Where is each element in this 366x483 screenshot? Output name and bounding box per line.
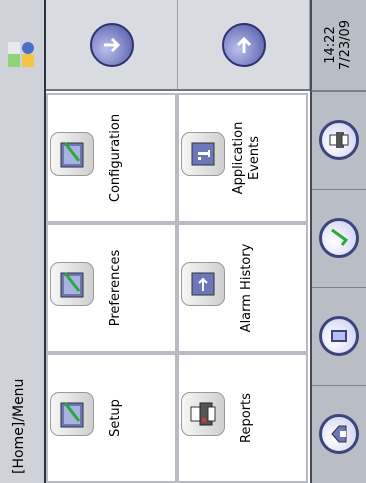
- configuration-icon: [50, 132, 94, 176]
- menu-item-label: Reports: [239, 393, 254, 443]
- menu-item-application-events[interactable]: Application Events: [177, 93, 308, 223]
- reports-icon: [181, 392, 225, 436]
- clock-date: 7/23/09: [338, 19, 353, 71]
- printer-icon: [319, 120, 359, 161]
- bottom-nav: [310, 91, 366, 483]
- menu-item-alarm-history[interactable]: Alarm History: [177, 223, 308, 353]
- menu-item-setup[interactable]: Setup: [46, 353, 177, 483]
- menu-item-preferences[interactable]: Preferences: [46, 223, 177, 353]
- arrow-down-icon: [90, 23, 134, 67]
- menu-item-label: Setup: [108, 399, 123, 437]
- menu-item-label: Alarm History: [239, 243, 254, 333]
- screen: [Home]/Menu Setup Preferences Configurat…: [0, 0, 366, 483]
- menu-item-reports[interactable]: Reports: [177, 353, 308, 483]
- menu-item-configuration[interactable]: Configuration: [46, 93, 177, 223]
- keypad-button[interactable]: [312, 287, 366, 385]
- menu-grid: Setup Preferences Configuration Reports: [46, 91, 310, 483]
- home-icon: [319, 414, 359, 455]
- check-button[interactable]: [312, 189, 366, 287]
- alarm-history-icon: [181, 262, 225, 306]
- setup-icon: [50, 392, 94, 436]
- keypad-icon: [319, 316, 359, 357]
- home-button[interactable]: [312, 385, 366, 483]
- arrow-right-icon: [222, 23, 266, 67]
- breadcrumb-text: [Home]/Menu: [11, 378, 27, 474]
- menu-item-label: Configuration: [108, 113, 123, 203]
- clock-time: 14:22: [323, 26, 338, 64]
- next-page-button[interactable]: [178, 0, 310, 89]
- application-events-icon: [181, 132, 225, 176]
- clock: 14:22 7/23/09: [310, 0, 366, 91]
- status-indicator-icon: [8, 42, 34, 67]
- menu-item-label: Preferences: [108, 249, 123, 327]
- preferences-icon: [50, 262, 94, 306]
- previous-page-button[interactable]: [46, 0, 178, 89]
- side-nav: [46, 0, 310, 91]
- status-area: [0, 0, 46, 91]
- printer-button[interactable]: [312, 91, 366, 189]
- menu-item-label: Application Events: [231, 121, 262, 195]
- check-icon: [319, 218, 359, 259]
